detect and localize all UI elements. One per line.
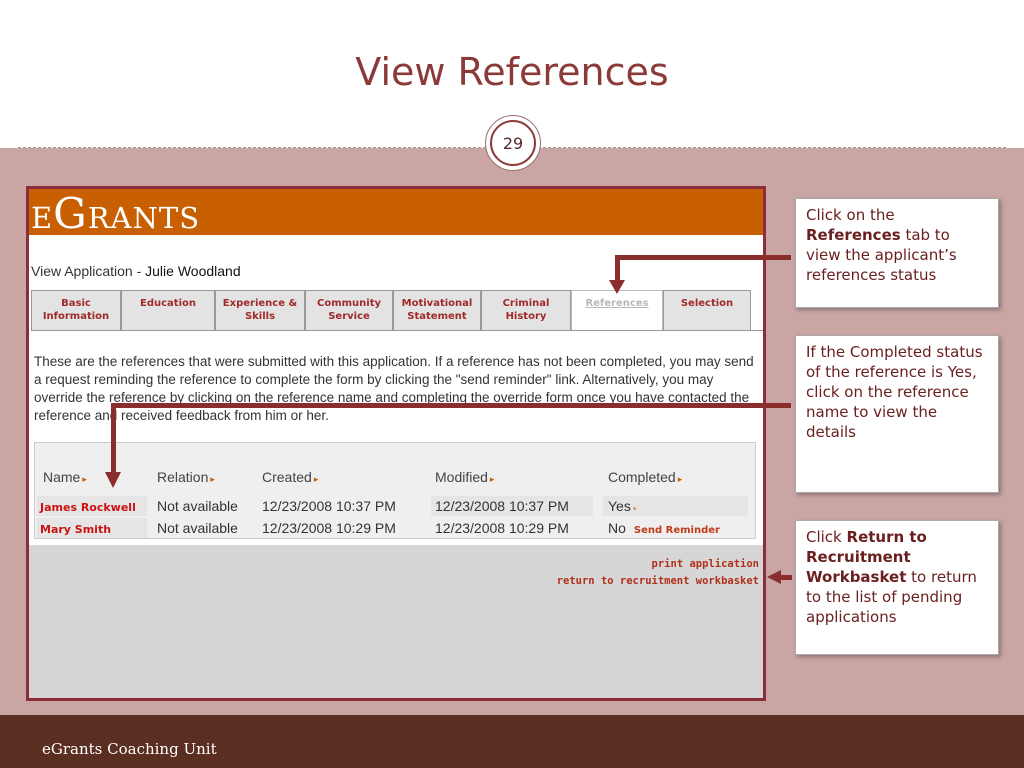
callout-references-tab: Click on the References tab to view the … <box>795 198 999 308</box>
col-header-completed[interactable]: Completed ▸ <box>608 467 682 487</box>
reference-completed: Yes ▪ <box>608 498 636 514</box>
reference-name-link[interactable]: James Rockwell <box>40 496 136 516</box>
arrow-left-icon <box>767 570 781 584</box>
return-to-workbasket-link[interactable]: return to recruitment workbasket <box>557 573 759 590</box>
tab-selection[interactable]: Selection <box>663 290 751 330</box>
col-header-relation[interactable]: Relation ▸ <box>157 467 215 487</box>
cursor-marker-icon: ▪ <box>630 504 636 513</box>
footer-bar: eGrants Coaching Unit <box>0 715 1024 768</box>
view-application-heading: View Application - Julie Woodland <box>31 263 241 279</box>
tab-motivational-statement[interactable]: Motivational Statement <box>393 290 481 330</box>
table-header-row: Name ▸ Relation ▸ Created ▸ Modified ▸ Compl… <box>35 467 755 487</box>
callout-return-workbasket: Click Return to Recruitment Workbasket t… <box>795 520 999 655</box>
reference-completed: No Send Reminder <box>608 520 720 536</box>
reference-created: 12/23/2008 10:29 PM <box>262 520 396 536</box>
col-header-modified[interactable]: Modified ▸ <box>435 467 494 487</box>
callout-completed-status: If the Completed status of the reference… <box>795 335 999 493</box>
page-number: 29 <box>490 120 536 166</box>
sort-arrow-icon: ▸ <box>82 474 87 484</box>
col-header-created[interactable]: Created ▸ <box>262 467 318 487</box>
col-header-name[interactable]: Name ▸ <box>43 467 87 487</box>
references-intro-text: These are the references that were submi… <box>34 354 754 423</box>
app-banner: eGrants <box>29 189 763 235</box>
slide-title: View References <box>355 50 669 94</box>
arrow-down-icon <box>105 472 121 488</box>
tab-basic-information[interactable]: Basic Information <box>31 290 121 330</box>
tab-education[interactable]: Education <box>121 290 215 330</box>
tab-community-service[interactable]: Community Service <box>305 290 393 330</box>
page-number-badge: 29 <box>485 115 541 171</box>
table-row: Mary Smith Not available 12/23/2008 10:2… <box>35 518 755 538</box>
reference-relation: Not available <box>157 498 238 514</box>
app-screenshot: eGrants View Application - Julie Woodlan… <box>26 186 766 701</box>
footer-text: eGrants Coaching Unit <box>42 740 217 758</box>
egrants-logo: eGrants <box>31 189 201 238</box>
reference-modified: 12/23/2008 10:29 PM <box>435 520 569 536</box>
arrow-down-icon <box>609 280 625 294</box>
heading-label: View Application - <box>31 263 146 279</box>
send-reminder-link[interactable]: Send Reminder <box>634 525 720 536</box>
app-body: View Application - Julie Woodland Basic … <box>29 235 763 545</box>
tab-underline <box>31 330 763 331</box>
tab-experience-skills[interactable]: Experience & Skills <box>215 290 305 330</box>
print-application-link[interactable]: print application <box>557 556 759 573</box>
table-row: James Rockwell Not available 12/23/2008 … <box>35 496 755 516</box>
tab-criminal-history[interactable]: Criminal History <box>481 290 571 330</box>
tab-references[interactable]: References <box>571 290 663 330</box>
reference-created: 12/23/2008 10:37 PM <box>262 498 396 514</box>
reference-modified: 12/23/2008 10:37 PM <box>435 498 569 514</box>
callout-connector <box>619 255 791 260</box>
callout-connector <box>111 403 116 473</box>
sort-arrow-icon: ▸ <box>313 474 319 484</box>
sort-arrow-icon: ▸ <box>210 474 215 484</box>
sort-arrow-icon: ▸ <box>677 474 683 484</box>
applicant-name: Julie Woodland <box>145 263 241 279</box>
reference-name-link[interactable]: Mary Smith <box>40 518 111 538</box>
reference-relation: Not available <box>157 520 238 536</box>
callout-connector <box>113 403 791 408</box>
application-tabs: Basic Information Education Experience &… <box>31 290 763 330</box>
bottom-links: print application return to recruitment … <box>557 556 759 590</box>
references-table: Name ▸ Relation ▸ Created ▸ Modified ▸ Compl… <box>34 442 756 539</box>
sort-arrow-icon: ▸ <box>489 474 495 484</box>
callout-connector <box>780 575 792 580</box>
